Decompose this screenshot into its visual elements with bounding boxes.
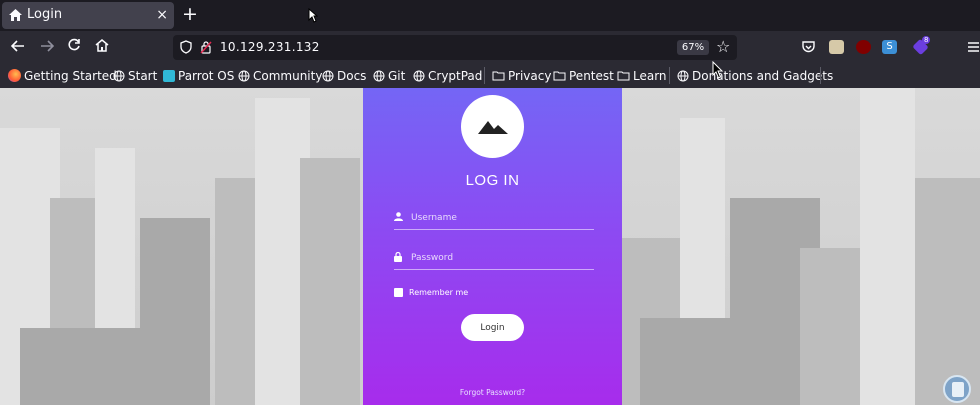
back-button[interactable] xyxy=(7,37,29,57)
remember-me[interactable]: Remember me xyxy=(394,288,468,297)
forward-icon xyxy=(41,40,55,52)
bookmark-label: Pentest xyxy=(569,68,614,83)
new-tab-button[interactable]: + xyxy=(182,3,198,25)
tab-close-button[interactable]: × xyxy=(156,6,168,24)
ublock-icon[interactable] xyxy=(856,40,871,54)
username-field[interactable] xyxy=(394,208,594,230)
back-icon xyxy=(10,40,24,52)
bookmark-label: Parrot OS xyxy=(178,68,235,83)
bookmark-folder-learn[interactable]: Learn xyxy=(617,67,667,84)
navigation-toolbar: 10.129.231.132 67% ☆ S 8 xyxy=(0,31,980,63)
folder-icon xyxy=(617,71,630,81)
user-icon xyxy=(394,212,403,221)
forgot-password-link[interactable]: Forgot Password? xyxy=(363,388,622,397)
logo xyxy=(461,95,524,158)
mouse-cursor-icon xyxy=(712,61,724,79)
password-input[interactable] xyxy=(411,249,591,267)
bookmark-getting-started[interactable]: Getting Started xyxy=(8,67,117,84)
url-text[interactable]: 10.129.231.132 xyxy=(220,40,320,54)
bookmark-label: Community xyxy=(253,68,323,83)
mountain-logo-icon xyxy=(478,121,508,134)
clipboard-icon xyxy=(952,382,964,397)
firefox-icon xyxy=(8,69,21,82)
globe-icon xyxy=(238,70,250,81)
bookmark-label: Git xyxy=(388,68,406,83)
remember-me-label: Remember me xyxy=(409,288,469,297)
bookmark-label: Docs xyxy=(337,68,367,83)
bookmark-star-icon[interactable]: ☆ xyxy=(716,37,730,56)
globe-icon xyxy=(677,70,689,81)
bookmark-label: Learn xyxy=(633,68,667,83)
bookmark-label: Getting Started xyxy=(24,68,117,83)
bookmark-docs[interactable]: Docs xyxy=(322,67,366,84)
insecure-lock-icon[interactable] xyxy=(200,40,212,54)
login-button[interactable]: Login xyxy=(461,314,524,341)
extension-icon[interactable] xyxy=(829,40,844,54)
tab-login[interactable]: Login × xyxy=(2,2,174,29)
password-field[interactable] xyxy=(394,248,594,270)
parrot-icon xyxy=(163,69,175,82)
globe-icon xyxy=(113,70,125,81)
bookmark-separator xyxy=(669,67,670,84)
bookmark-folder-privacy[interactable]: Privacy xyxy=(492,67,551,84)
bookmark-separator xyxy=(484,67,485,84)
globe-icon xyxy=(373,70,385,81)
remember-me-checkbox[interactable] xyxy=(394,288,403,297)
mouse-cursor-icon xyxy=(308,8,318,23)
extension-s-icon[interactable]: S xyxy=(882,40,897,54)
url-bar[interactable]: 10.129.231.132 67% ☆ xyxy=(173,35,737,60)
bookmark-label: Privacy xyxy=(508,68,552,83)
home-button[interactable] xyxy=(91,37,113,57)
bookmark-label: Start xyxy=(128,68,158,83)
bookmark-folder-pentest[interactable]: Pentest xyxy=(553,67,614,84)
home-icon xyxy=(95,39,109,52)
bookmark-community[interactable]: Community xyxy=(238,67,322,84)
bookmark-cryptpad[interactable]: CryptPad xyxy=(413,67,482,84)
bookmark-label: CryptPad xyxy=(428,68,483,83)
bookmark-separator xyxy=(820,67,821,84)
extension-badge-count: 8 xyxy=(922,36,931,44)
login-card: LOG IN Remember me Login Forgot Password… xyxy=(363,88,622,405)
app-menu-icon[interactable] xyxy=(966,40,980,54)
bookmark-parrot-os[interactable]: Parrot OS xyxy=(163,67,234,84)
home-icon xyxy=(9,9,22,21)
bookmark-donations-and-gadgets[interactable]: Donations and Gadgets xyxy=(677,67,833,84)
tab-title: Login xyxy=(27,7,63,22)
reload-icon xyxy=(68,38,80,51)
globe-icon xyxy=(322,70,334,81)
folder-icon xyxy=(492,71,505,81)
bookmark-git[interactable]: Git xyxy=(373,67,405,84)
bookmark-start[interactable]: Start xyxy=(113,67,157,84)
globe-icon xyxy=(413,70,425,81)
floating-notes-button[interactable] xyxy=(943,375,971,403)
folder-icon xyxy=(553,71,566,81)
pocket-icon[interactable] xyxy=(801,40,816,54)
username-input[interactable] xyxy=(411,209,591,227)
page-viewport: LOG IN Remember me Login Forgot Password… xyxy=(0,88,980,405)
forward-button[interactable] xyxy=(36,37,58,57)
bookmarks-toolbar: Getting Started Start Parrot OS Communit… xyxy=(0,61,980,88)
reload-button[interactable] xyxy=(63,37,85,57)
zoom-level-button[interactable]: 67% xyxy=(677,40,709,55)
login-title: LOG IN xyxy=(465,172,520,189)
tab-strip: Login × + xyxy=(0,0,980,31)
lock-icon xyxy=(394,252,402,262)
shield-icon[interactable] xyxy=(180,40,192,54)
